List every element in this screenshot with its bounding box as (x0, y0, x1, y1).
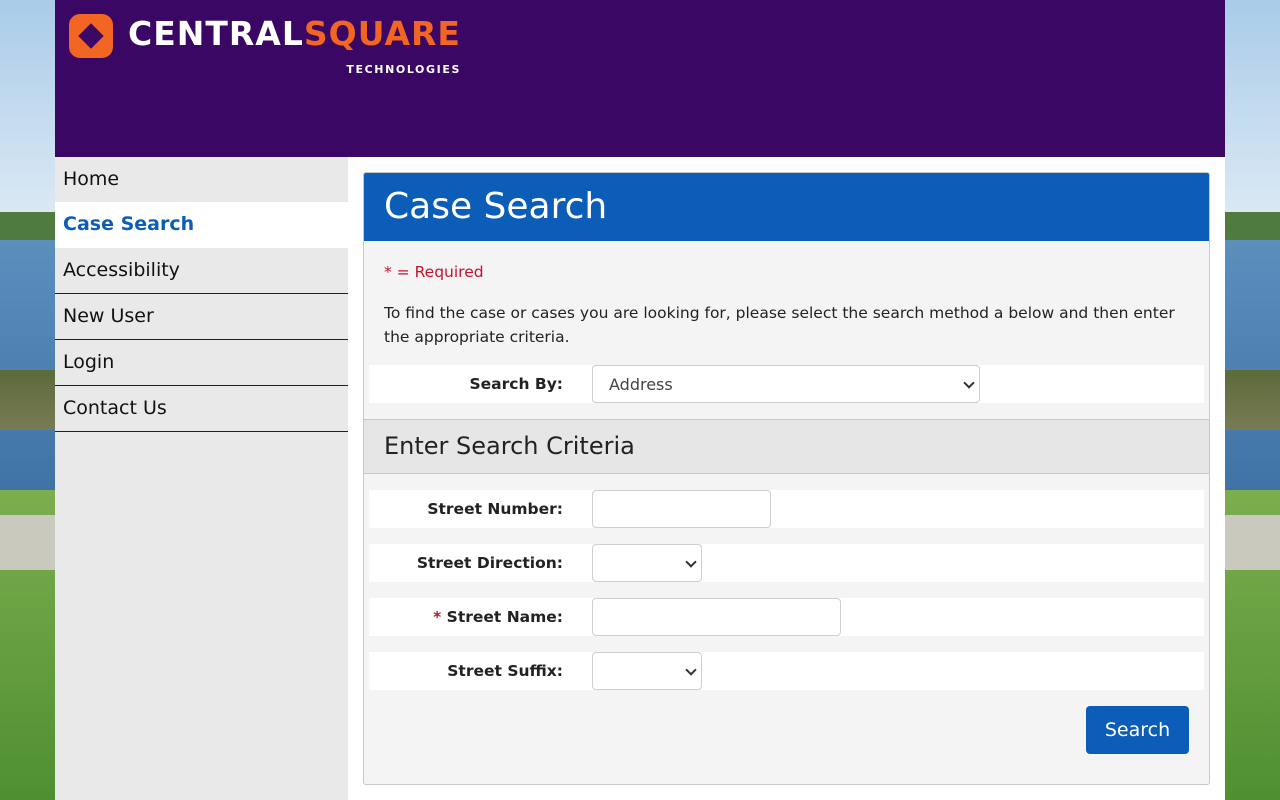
street-number-label: Street Number: (427, 500, 563, 518)
background-left (0, 0, 55, 800)
street-name-input[interactable] (592, 598, 841, 636)
street-direction-select[interactable] (592, 544, 702, 582)
logo-wordmark: CENTRALSQUARE (128, 14, 461, 53)
site-header: CENTRALSQUARE TECHNOLOGIES (55, 0, 1225, 157)
required-star: * (433, 608, 442, 626)
logo-text: CENTRALSQUARE TECHNOLOGIES (128, 14, 461, 76)
search-by-select[interactable]: Address (592, 365, 980, 403)
street-name-row: * Street Name: (369, 598, 1204, 636)
street-name-label: * Street Name: (433, 608, 563, 626)
street-suffix-label: Street Suffix: (447, 662, 563, 680)
search-button[interactable]: Search (1086, 706, 1189, 754)
street-direction-label: Street Direction: (416, 554, 563, 572)
chevron-down-icon (963, 377, 975, 389)
street-suffix-row: Street Suffix: (369, 652, 1204, 690)
background-right (1225, 0, 1280, 800)
search-by-row: Search By: Address (369, 365, 1204, 403)
page-container: CENTRALSQUARE TECHNOLOGIES Home Case Sea… (55, 0, 1225, 800)
street-direction-row: Street Direction: (369, 544, 1204, 582)
sidebar-nav: Home Case Search Accessibility New User … (55, 157, 348, 800)
logo-mark-icon (69, 14, 113, 58)
sidebar-item-case-search[interactable]: Case Search (55, 202, 348, 248)
sidebar-item-new-user[interactable]: New User (55, 294, 348, 340)
sidebar-item-login[interactable]: Login (55, 340, 348, 386)
search-by-value: Address (609, 374, 673, 394)
street-suffix-select[interactable] (592, 652, 702, 690)
required-note: * = Required (384, 263, 484, 281)
brand-logo[interactable]: CENTRALSQUARE TECHNOLOGIES (69, 14, 461, 76)
search-by-label: Search By: (469, 375, 563, 393)
sidebar-item-contact-us[interactable]: Contact Us (55, 386, 348, 432)
instructions-text: To find the case or cases you are lookin… (384, 304, 1175, 346)
street-number-input[interactable] (592, 490, 771, 528)
search-criteria-heading: Enter Search Criteria (364, 419, 1209, 474)
case-search-card: Case Search * = Required To find the cas… (363, 172, 1210, 785)
page-title: Case Search (364, 173, 1209, 241)
sidebar-item-home[interactable]: Home (55, 157, 348, 202)
sidebar-item-accessibility[interactable]: Accessibility (55, 248, 348, 294)
chevron-down-icon (685, 664, 697, 676)
logo-subtitle: TECHNOLOGIES (346, 63, 461, 76)
street-number-row: Street Number: (369, 490, 1204, 528)
chevron-down-icon (685, 556, 697, 568)
